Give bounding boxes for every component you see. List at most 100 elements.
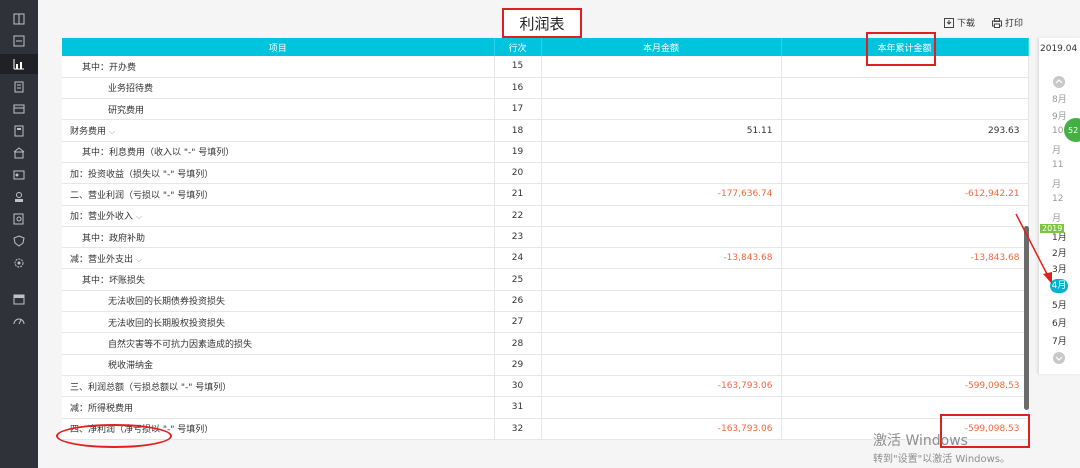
report-chart-icon[interactable]	[0, 54, 38, 74]
month-option[interactable]: 7月	[1052, 334, 1072, 347]
month-option[interactable]: 12	[1052, 194, 1072, 204]
voucher-icon[interactable]	[12, 34, 26, 48]
chevron-down-icon[interactable]: ⌵	[109, 127, 115, 136]
table-row[interactable]: 减：营业外支出 ⌵ 24 -13,843.68 -13,843.68	[62, 247, 1029, 270]
cell-month-amount[interactable]	[541, 396, 782, 419]
cell-month-amount[interactable]	[541, 205, 782, 227]
cell-ytd-amount[interactable]	[781, 268, 1029, 291]
chevron-down-icon[interactable]: ⌵	[136, 255, 142, 264]
cell-ytd-amount[interactable]	[781, 98, 1029, 121]
cell-month-amount[interactable]: 51.11	[541, 119, 782, 142]
download-label: 下载	[957, 19, 976, 29]
cell-month-amount[interactable]	[541, 226, 782, 249]
cell-ytd-amount[interactable]	[781, 226, 1029, 249]
table-row[interactable]: 加：营业外收入 ⌵ 22	[62, 205, 1029, 227]
cell-row-no: 28	[494, 332, 542, 355]
cell-row-no: 24	[494, 247, 542, 270]
cell-ytd-amount[interactable]: -612,942.21	[781, 183, 1029, 206]
cell-ytd-amount[interactable]: -599,098.53	[781, 375, 1029, 398]
cell-month-amount[interactable]	[541, 141, 782, 163]
table-row[interactable]: 减：所得税费用 31	[62, 396, 1029, 419]
cell-month-amount[interactable]	[541, 354, 782, 376]
cell-month-amount[interactable]	[541, 268, 782, 291]
cell-row-no: 32	[494, 418, 542, 440]
cell-ytd-amount[interactable]	[781, 77, 1029, 100]
table-row[interactable]: 其中：政府补助 23	[62, 226, 1029, 249]
cell-row-no: 26	[494, 290, 542, 313]
cell-month-amount[interactable]: -163,793.06	[541, 375, 782, 398]
table-row[interactable]: 研究费用 17	[62, 98, 1029, 121]
table-row[interactable]: 业务招待费 16	[62, 77, 1029, 100]
item-label: 其中：坏账损失	[82, 276, 146, 287]
table-row[interactable]: 财务费用 ⌵ 18 51.11 293.63	[62, 119, 1029, 142]
stamp-icon[interactable]	[12, 190, 26, 204]
cell-ytd-amount[interactable]	[781, 162, 1029, 185]
table-row[interactable]: 其中：坏账损失 25	[62, 268, 1029, 291]
cell-item: 减：营业外支出 ⌵	[62, 247, 495, 270]
cell-ytd-amount[interactable]: 293.63	[781, 119, 1029, 142]
windows-activation-hint: 转到"设置"以激活 Windows。	[873, 454, 1011, 465]
month-option[interactable]: 月	[1052, 177, 1072, 190]
table-row[interactable]: 二、营业利润（亏损以 "-" 号填列） 21 -177,636.74 -612,942…	[62, 183, 1029, 206]
page-title: 利润表	[502, 8, 582, 38]
table-row[interactable]: 三、利润总额（亏损总额以 "-" 号填列） 30 -163,793.06 -599,0…	[62, 375, 1029, 398]
table-row[interactable]: 无法收回的长期债券投资损失 26	[62, 290, 1029, 313]
cell-item: 其中：坏账损失	[62, 268, 495, 291]
month-option[interactable]: 月	[1052, 143, 1072, 156]
calendar-icon[interactable]	[12, 292, 26, 306]
cell-month-amount[interactable]	[541, 290, 782, 313]
print-button[interactable]: 打印	[992, 16, 1023, 29]
cell-row-no: 31	[494, 396, 542, 419]
shield-icon[interactable]	[12, 234, 26, 248]
cell-ytd-amount[interactable]	[781, 205, 1029, 227]
cell-month-amount[interactable]	[541, 98, 782, 121]
id-card-icon[interactable]	[12, 168, 26, 182]
sidebar	[0, 0, 38, 468]
cell-row-no: 21	[494, 183, 542, 206]
cell-item: 二、营业利润（亏损以 "-" 号填列）	[62, 183, 495, 206]
table-row[interactable]: 无法收回的长期股权投资损失 27	[62, 311, 1029, 334]
cell-month-amount[interactable]: -13,843.68	[541, 247, 782, 270]
ledger-icon[interactable]	[12, 80, 26, 94]
table-row[interactable]: 自然灾害等不可抗力因素造成的损失 28	[62, 332, 1029, 355]
search-doc-icon[interactable]	[12, 212, 26, 226]
download-icon	[944, 17, 954, 28]
cell-month-amount[interactable]: -177,636.74	[541, 183, 782, 206]
cell-month-amount[interactable]	[541, 77, 782, 100]
cell-row-no: 20	[494, 162, 542, 185]
cell-row-no: 17	[494, 98, 542, 121]
menu-doc-icon[interactable]	[12, 12, 26, 26]
cell-month-amount[interactable]	[541, 162, 782, 185]
calculator-icon[interactable]	[12, 124, 26, 138]
cell-ytd-amount[interactable]: -13,843.68	[781, 247, 1029, 270]
cell-ytd-amount[interactable]	[781, 141, 1029, 163]
current-period-label[interactable]: 2019.04	[1040, 44, 1077, 54]
cell-month-amount[interactable]	[541, 332, 782, 355]
cell-month-amount[interactable]	[541, 56, 782, 78]
cell-month-amount[interactable]: -163,793.06	[541, 418, 782, 440]
cell-month-amount[interactable]	[541, 311, 782, 334]
month-option[interactable]: 8月	[1052, 92, 1072, 105]
chevron-down-icon[interactable]: ⌵	[136, 212, 142, 221]
period-scroll-up-icon[interactable]	[1053, 76, 1065, 88]
cell-item: 其中：利息费用（收入以 "-" 号填列）	[62, 141, 495, 163]
item-label: 自然灾害等不可抗力因素造成的损失	[108, 340, 253, 350]
cell-row-no: 16	[494, 77, 542, 100]
download-button[interactable]: 下载	[944, 16, 975, 29]
cell-ytd-amount[interactable]	[781, 354, 1029, 376]
invoice-icon[interactable]	[12, 102, 26, 116]
table-row[interactable]: 加：投资收益（损失以 "-" 号填列） 20	[62, 162, 1029, 185]
cell-ytd-amount[interactable]	[781, 332, 1029, 355]
month-option[interactable]: 6月	[1052, 316, 1072, 329]
cell-ytd-amount[interactable]	[781, 290, 1029, 313]
table-row[interactable]: 税收滞纳金 29	[62, 354, 1029, 376]
period-scroll-down-icon[interactable]	[1053, 352, 1065, 364]
speed-gauge-icon[interactable]	[12, 314, 26, 328]
cell-row-no: 29	[494, 354, 542, 376]
table-row[interactable]: 其中：利息费用（收入以 "-" 号填列） 19	[62, 141, 1029, 163]
cell-ytd-amount[interactable]	[781, 311, 1029, 334]
warehouse-icon[interactable]	[12, 146, 26, 160]
month-option[interactable]: 11	[1052, 160, 1072, 170]
gear-icon[interactable]	[12, 256, 26, 270]
month-option[interactable]: 5月	[1052, 298, 1072, 311]
